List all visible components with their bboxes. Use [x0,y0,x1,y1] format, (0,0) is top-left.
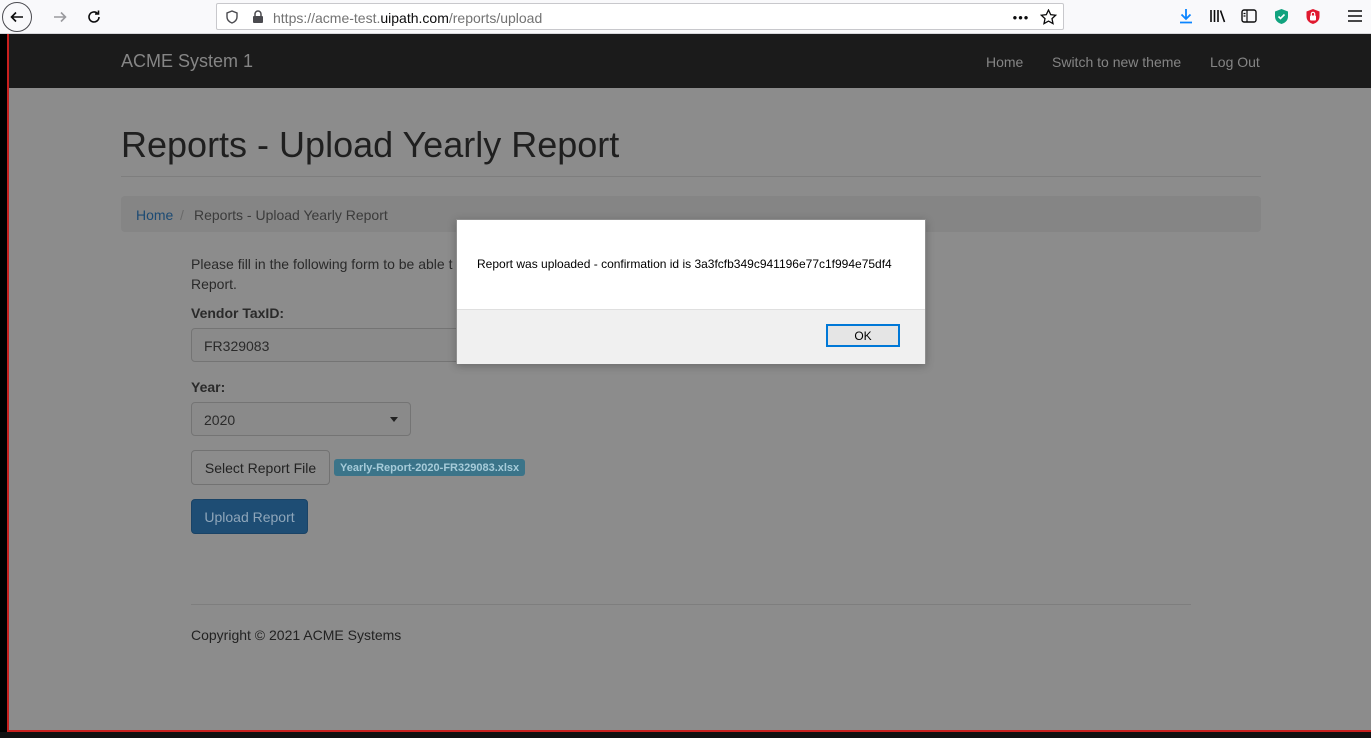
page-title: Reports - Upload Yearly Report [121,124,620,165]
url-text[interactable]: https://acme-test.uipath.com/reports/upl… [273,10,542,26]
year-label: Year: [191,379,226,395]
page-content: ACME System 1 Home Switch to new theme L… [7,34,1371,732]
title-divider [121,176,1261,177]
back-button[interactable] [2,2,32,32]
url-bar[interactable]: https://acme-test.uipath.com/reports/upl… [216,3,1064,30]
copyright-text: Copyright © 2021 ACME Systems [191,627,402,643]
nav-home-link[interactable]: Home [986,54,1023,70]
alert-dialog: Report was uploaded - confirmation id is… [456,219,926,364]
sidebar-icon[interactable] [1240,7,1258,25]
selected-file-badge: Yearly-Report-2020-FR329083.xlsx [334,459,526,476]
footer-divider [191,604,1191,605]
menu-icon[interactable] [1346,7,1364,25]
forward-button[interactable] [46,3,74,31]
library-icon[interactable] [1209,7,1227,25]
browser-toolbar: https://acme-test.uipath.com/reports/upl… [0,0,1371,34]
ok-button[interactable]: OK [826,324,900,347]
chevron-down-icon [390,417,398,422]
star-icon[interactable] [1039,9,1057,25]
year-selected-value: 2020 [204,412,236,428]
vendor-taxid-input[interactable]: FR329083 [191,328,461,362]
page-actions-icon[interactable]: ••• [1011,9,1031,25]
url-domain: uipath.com [380,10,449,26]
site-navbar: ACME System 1 Home Switch to new theme L… [7,34,1371,88]
nav-switch-theme-link[interactable]: Switch to new theme [1052,54,1181,70]
privacy-badger-icon[interactable] [1304,7,1322,25]
alert-footer: OK [457,309,925,364]
form-intro-text: Please fill in the following form to be … [191,254,452,294]
arrow-right-icon [54,11,67,23]
shield-outline-icon[interactable] [225,9,239,25]
arrow-left-icon [10,11,23,23]
lock-icon[interactable] [251,9,265,25]
alert-message: Report was uploaded - confirmation id is… [477,257,892,271]
download-icon[interactable] [1177,7,1195,25]
breadcrumb-current: Reports - Upload Yearly Report [194,207,388,223]
url-prefix: https://acme-test. [273,10,381,26]
intro-line-2: Report. [191,276,237,292]
vendor-taxid-label: Vendor TaxID: [191,305,285,321]
upload-report-button[interactable]: Upload Report [191,499,308,534]
window-border-left [7,34,9,732]
vendor-taxid-value: FR329083 [204,338,270,354]
breadcrumb-home-link[interactable]: Home [136,207,173,223]
nav-logout-link[interactable]: Log Out [1210,54,1260,70]
breadcrumb-separator: / [180,207,184,223]
reload-icon [88,10,100,23]
intro-line-1: Please fill in the following form to be … [191,256,453,272]
brand-link[interactable]: ACME System 1 [121,51,253,72]
screen-bottom-strip [0,732,1371,738]
reload-button[interactable] [80,3,108,31]
shield-extension-icon[interactable] [1272,7,1290,25]
select-report-file-button[interactable]: Select Report File [191,450,330,485]
url-path: /reports/upload [448,10,543,26]
year-select[interactable]: 2020 [191,402,411,436]
